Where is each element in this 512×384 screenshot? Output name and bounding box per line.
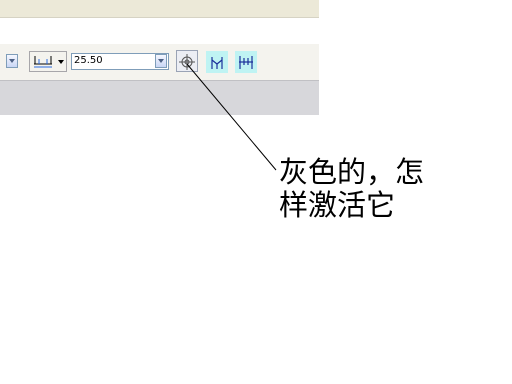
annotation-text: 灰色的，怎 样激活它 bbox=[279, 155, 425, 222]
